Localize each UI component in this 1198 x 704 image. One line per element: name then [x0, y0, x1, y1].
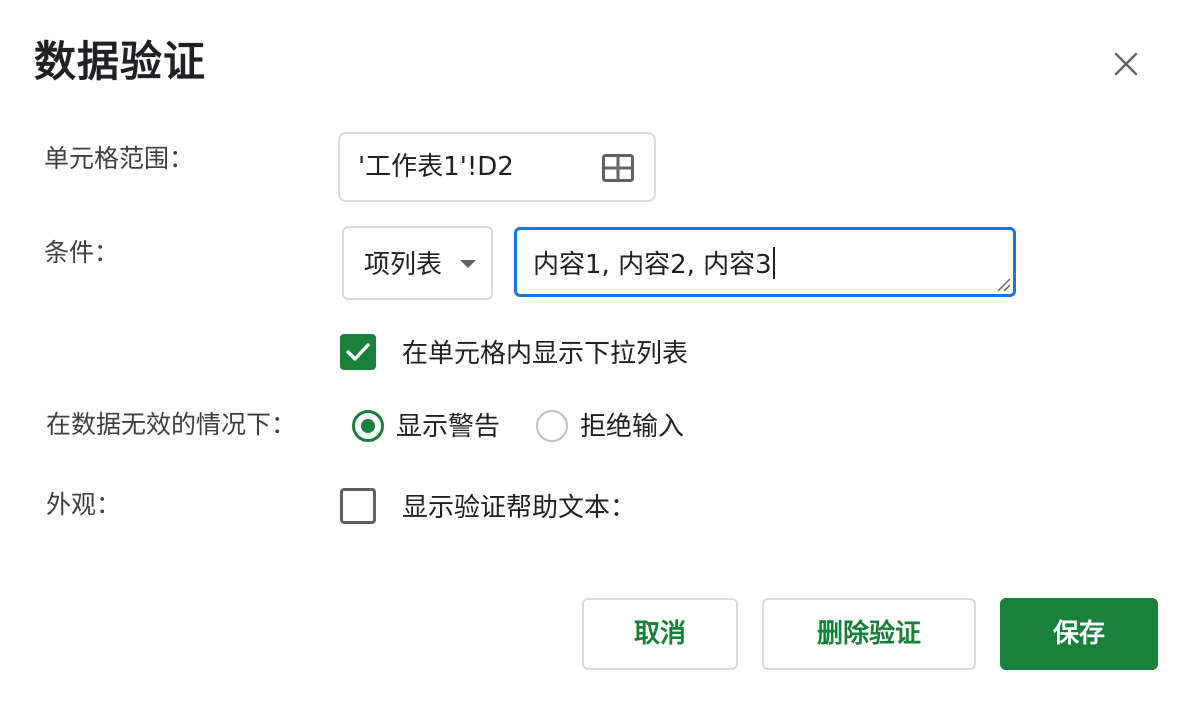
cancel-button[interactable]: 取消	[582, 598, 738, 670]
criteria-items-value: 内容1, 内容2, 内容3	[533, 250, 772, 280]
help-text-label[interactable]: 显示验证帮助文本：	[402, 491, 636, 525]
criteria-type-select[interactable]: 项列表	[342, 226, 493, 300]
show-dropdown-label[interactable]: 在单元格内显示下拉列表	[402, 337, 688, 371]
remove-validation-button[interactable]: 删除验证	[762, 598, 976, 670]
dialog-title: 数据验证	[34, 37, 207, 86]
appearance-label: 外观：	[46, 490, 122, 519]
show-warning-radio[interactable]	[352, 410, 384, 442]
resize-handle-icon[interactable]	[995, 276, 1011, 292]
show-dropdown-checkbox[interactable]	[340, 334, 376, 370]
cell-range-label: 单元格范围：	[44, 144, 195, 173]
invalid-data-label: 在数据无效的情况下：	[46, 410, 297, 439]
close-icon	[1114, 52, 1138, 76]
cell-range-value: '工作表1'!D2	[358, 152, 514, 182]
close-button[interactable]	[1102, 44, 1150, 84]
chevron-down-icon	[460, 260, 476, 268]
show-warning-label[interactable]: 显示警告	[396, 410, 500, 444]
reject-input-label[interactable]: 拒绝输入	[580, 410, 684, 444]
checkmark-icon	[346, 343, 370, 361]
criteria-items-textarea[interactable]: 内容1, 内容2, 内容3	[514, 227, 1016, 297]
criteria-type-value: 项列表	[364, 250, 443, 280]
help-text-checkbox[interactable]	[340, 488, 376, 524]
data-validation-dialog: 数据验证 单元格范围： '工作表1'!D2 条件： 项列表 内容1, 内容2, …	[0, 0, 1198, 704]
criteria-label: 条件：	[44, 238, 120, 267]
text-caret	[772, 247, 775, 279]
grid-select-icon[interactable]	[602, 154, 634, 182]
save-button[interactable]: 保存	[1000, 598, 1158, 670]
reject-input-radio[interactable]	[536, 410, 568, 442]
cell-range-input[interactable]: '工作表1'!D2	[338, 132, 656, 202]
